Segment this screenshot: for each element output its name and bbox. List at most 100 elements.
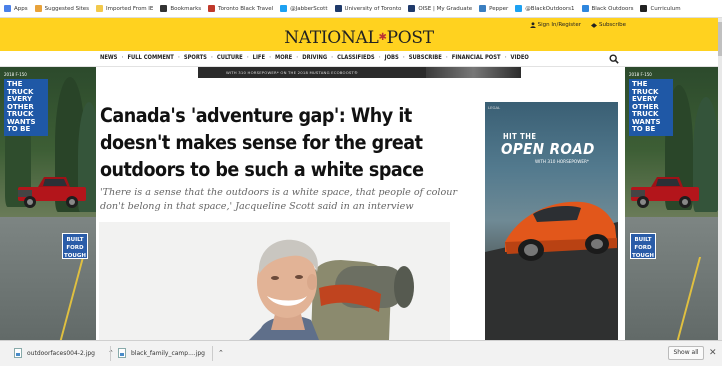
nav-separator: · — [402, 55, 405, 61]
download-item-2[interactable]: black_family_camp....jpg ⌃ — [118, 348, 224, 358]
bookmark-item[interactable]: Suggested Sites — [34, 5, 90, 12]
nav-item-news[interactable]: NEWS — [100, 55, 117, 61]
truck-image — [631, 177, 699, 208]
bookmark-item[interactable]: @BlackOutdoors1 — [515, 5, 575, 12]
site-header: NATIONAL✱POST Sign In/Register Subscribe — [0, 18, 718, 51]
right-side-ad[interactable]: 2018 F-150 THE TRUCK EVERY OTHER TRUCK W… — [625, 67, 718, 340]
apps-grid-icon — [4, 5, 11, 12]
bookmark-label: University of Toronto — [344, 5, 402, 12]
bookmark-item[interactable]: Curriculum — [640, 5, 681, 12]
bookmark-label: OISE | My Graduate — [418, 5, 473, 12]
scrollbar-thumb[interactable] — [718, 22, 722, 56]
banner-tagline: WITH 310 HORSEPOWER* ON THE 2018 MUSTANG… — [226, 70, 359, 75]
chevron-up-icon[interactable]: ⌃ — [218, 349, 224, 357]
bookmark-label: Bookmarks — [170, 5, 202, 12]
logo-text-2: POST — [386, 28, 434, 48]
sign-in-label: Sign In/Register — [537, 22, 581, 28]
subscribe-icon — [590, 22, 597, 28]
nav-item-sports[interactable]: SPORTS — [184, 55, 207, 61]
nav-separator: · — [210, 55, 213, 61]
nav-separator: · — [269, 55, 272, 61]
toronto-icon — [208, 5, 216, 12]
sign-in-link[interactable]: Sign In/Register — [529, 22, 581, 28]
top-banner-ad[interactable]: WITH 310 HORSEPOWER* ON THE 2018 MUSTANG… — [198, 67, 521, 78]
nav-separator: · — [378, 55, 381, 61]
logo-star-icon: ✱ — [378, 32, 387, 43]
bookmark-item[interactable]: @JabberScott — [280, 5, 328, 12]
bookmark-label: @BlackOutdoors1 — [525, 5, 575, 12]
curriculum-icon — [640, 5, 648, 12]
nav-item-culture[interactable]: CULTURE — [217, 55, 243, 61]
nav-separator: · — [177, 55, 180, 61]
browser-window: Apps Suggested Sites Imported From IE Bookm… — [0, 0, 722, 366]
download-filename: black_family_camp....jpg — [131, 349, 205, 357]
bookmark-item[interactable]: Apps — [4, 5, 28, 12]
bookmark-label: Black Outdoors — [591, 5, 634, 12]
image-file-icon — [118, 348, 126, 358]
right-rail-ad[interactable]: LEGAL HIT THE OPEN ROAD WITH 310 HORSEPO… — [485, 102, 618, 340]
banner-car-image — [426, 67, 521, 78]
ford-tough-badge: BUILT FORD TOUGH — [62, 233, 88, 259]
subscribe-label: Subscribe — [598, 22, 626, 28]
nav-separator: · — [296, 55, 299, 61]
bookmark-label: Apps — [14, 5, 28, 12]
site-logo[interactable]: NATIONAL✱POST — [0, 28, 718, 48]
nav-separator: · — [445, 55, 448, 61]
bookmark-item[interactable]: Bookmarks — [160, 5, 201, 12]
download-item-1[interactable]: outdoorfaces004-2.jpg ⌃ — [14, 348, 114, 358]
search-icon[interactable] — [609, 54, 619, 64]
bookmark-label: Toronto Black Travel — [218, 5, 274, 12]
ford-tough-badge: BUILT FORD TOUGH — [630, 233, 656, 259]
nav-item-subscribe[interactable]: SUBSCRIBE — [409, 55, 442, 61]
mustang-image — [485, 201, 618, 340]
suggested-sites-icon — [34, 5, 42, 12]
nav-separator: · — [246, 55, 249, 61]
twitter-icon — [280, 5, 288, 12]
nav-separator: · — [504, 55, 507, 61]
bookmark-item[interactable]: Black Outdoors — [581, 5, 634, 12]
nav-items: NEWS · FULL COMMENT · SPORTS · CULTURE · LIFE · MO… — [100, 55, 529, 61]
bookmark-label: Suggested Sites — [44, 5, 90, 12]
star-icon — [160, 5, 168, 12]
bookmark-item[interactable]: OISE | My Graduate — [408, 5, 472, 12]
nav-item-life[interactable]: LIFE — [253, 55, 265, 61]
nav-item-more[interactable]: MORE — [275, 55, 292, 61]
pepper-icon — [479, 5, 487, 12]
university-icon — [334, 5, 342, 12]
download-shelf: outdoorfaces004-2.jpg ⌃ black_family_cam… — [0, 340, 722, 366]
image-file-icon — [14, 348, 22, 358]
nav-item-classifieds[interactable]: CLASSIFIEDS — [337, 55, 375, 61]
nav-item-full-comment[interactable]: FULL COMMENT — [127, 55, 173, 61]
bookmark-item[interactable]: University of Toronto — [334, 5, 402, 12]
bookmark-item[interactable]: Pepper — [479, 5, 508, 12]
nav-item-video[interactable]: VIDEO — [511, 55, 529, 61]
twitter-icon — [515, 5, 523, 12]
show-all-button[interactable]: Show all — [668, 346, 704, 360]
nav-item-driving[interactable]: DRIVING — [302, 55, 327, 61]
nav-item-financial-post[interactable]: FINANCIAL POST — [452, 55, 501, 61]
ad-year: 2018 F-150 — [629, 72, 652, 77]
nav-separator: · — [331, 55, 334, 61]
bookmark-label: Curriculum — [650, 5, 681, 12]
article-dek: 'There is a sense that the outdoors is a… — [100, 187, 458, 212]
article-photo — [99, 222, 450, 340]
download-filename: outdoorfaces004-2.jpg — [27, 349, 95, 357]
left-side-ad[interactable]: 2018 F-150 THE TRUCK EVERY OTHER TRUCK W… — [0, 67, 96, 340]
ad-message: THE TRUCK EVERY OTHER TRUCK WANTS TO BE — [629, 79, 673, 136]
close-icon[interactable]: ✕ — [709, 346, 717, 360]
bookmark-label: @JabberScott — [290, 5, 328, 12]
bookmark-label: Imported From IE — [106, 5, 154, 12]
subscribe-link[interactable]: Subscribe — [590, 22, 626, 28]
oise-icon — [408, 5, 416, 12]
folder-icon — [96, 5, 104, 12]
ad-message: THE TRUCK EVERY OTHER TRUCK WANTS TO BE — [4, 79, 48, 136]
nav-item-jobs[interactable]: JOBS — [385, 55, 399, 61]
globe-icon — [581, 5, 589, 12]
bookmark-item[interactable]: Toronto Black Travel — [208, 5, 273, 12]
ad-year: 2018 F-150 — [4, 72, 27, 77]
page-scrollbar[interactable] — [718, 18, 722, 340]
main-nav: NEWS · FULL COMMENT · SPORTS · CULTURE · LIFE · MO… — [0, 51, 718, 67]
article-headline: Canada's 'adventure gap': Why it doesn't… — [100, 104, 424, 181]
bookmark-item[interactable]: Imported From IE — [96, 5, 153, 12]
truck-image — [18, 177, 86, 208]
